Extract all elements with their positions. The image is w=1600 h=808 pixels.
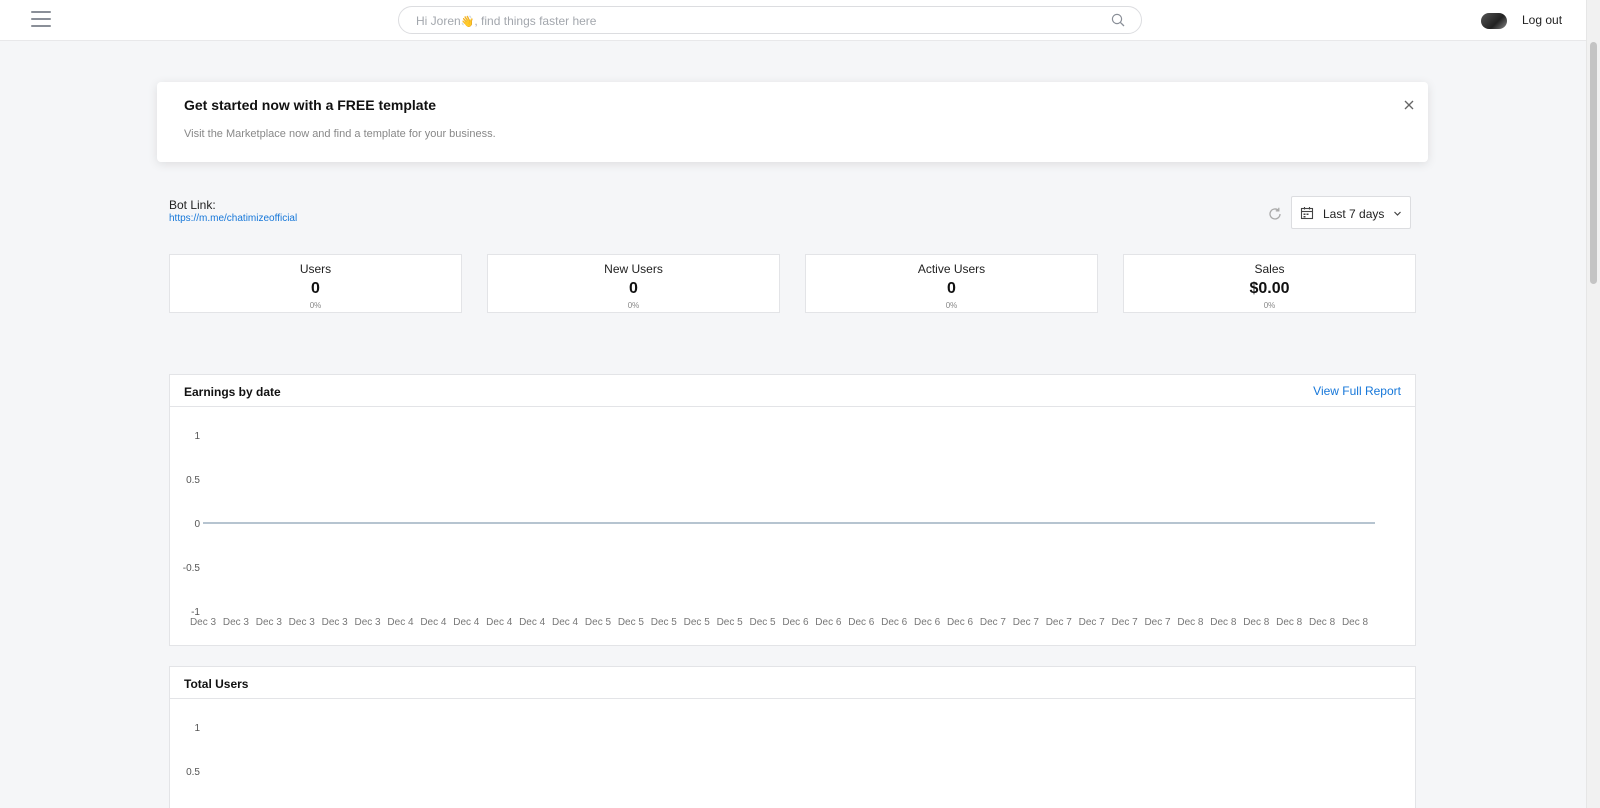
x-tick-label: Dec 7 [1013, 617, 1040, 628]
stat-value: 0 [311, 280, 320, 297]
stat-label: Users [299, 262, 332, 276]
x-tick-label: Dec 6 [881, 617, 908, 628]
x-tick-label: Dec 3 [322, 617, 349, 628]
y-tick-label: 1 [194, 431, 200, 442]
x-tick-label: Dec 8 [1276, 617, 1303, 628]
total-users-panel: Total Users 1 0.5 [169, 666, 1416, 808]
template-banner: Get started now with a FREE template Vis… [157, 82, 1428, 162]
stat-card-sales: Sales $0.00 0% [1123, 254, 1416, 313]
panel-title: Total Users [184, 677, 249, 691]
y-tick-label: 0.5 [186, 767, 200, 778]
stat-change: 0% [1263, 301, 1276, 310]
x-tick-label: Dec 3 [256, 617, 283, 628]
stat-card-new-users: New Users 0 0% [487, 254, 780, 313]
x-tick-label: Dec 6 [782, 617, 809, 628]
stat-card-active-users: Active Users 0 0% [805, 254, 1098, 313]
x-tick-label: Dec 5 [585, 617, 612, 628]
x-tick-label: Dec 5 [651, 617, 678, 628]
refresh-icon[interactable] [1267, 206, 1283, 222]
stat-change: 0% [309, 301, 322, 310]
scrollbar[interactable] [1586, 0, 1600, 808]
calendar-icon [1300, 207, 1314, 220]
bot-link-url[interactable]: https://m.me/chatimizeofficial [169, 213, 297, 224]
x-tick-label: Dec 5 [717, 617, 744, 628]
stat-change: 0% [627, 301, 640, 310]
x-tick-label: Dec 8 [1243, 617, 1270, 628]
x-tick-label: Dec 8 [1177, 617, 1204, 628]
chevron-down-icon [1394, 211, 1401, 216]
x-tick-label: Dec 3 [289, 617, 316, 628]
x-tick-label: Dec 5 [618, 617, 645, 628]
search-input[interactable]: Hi Joren👋, find things faster here [398, 6, 1142, 34]
total-users-chart: 10.5 [186, 723, 200, 778]
banner-text: Visit the Marketplace now and find a tem… [184, 128, 496, 140]
x-tick-label: Dec 3 [223, 617, 250, 628]
x-tick-label: Dec 7 [980, 617, 1007, 628]
panel-title: Earnings by date [184, 385, 281, 399]
x-tick-label: Dec 5 [684, 617, 711, 628]
wave-icon: 👋 [460, 16, 475, 28]
stat-value: 0 [629, 280, 638, 297]
stat-label: New Users [604, 262, 663, 276]
menu-icon[interactable] [31, 11, 51, 29]
y-tick-label: -0.5 [183, 563, 201, 574]
banner-title: Get started now with a FREE template [184, 97, 437, 113]
search-placeholder: Hi Joren👋, find things faster here [416, 14, 597, 28]
x-tick-label: Dec 4 [552, 617, 579, 628]
x-tick-label: Dec 7 [1144, 617, 1171, 628]
date-range-select[interactable]: Last 7 days [1291, 196, 1411, 229]
x-tick-label: Dec 6 [947, 617, 974, 628]
top-bar: Hi Joren👋, find things faster here Log o… [0, 0, 1586, 41]
y-tick-label: 0 [194, 519, 200, 530]
x-tick-label: Dec 8 [1210, 617, 1237, 628]
x-tick-label: Dec 7 [1079, 617, 1106, 628]
x-tick-label: Dec 7 [1046, 617, 1073, 628]
x-tick-label: Dec 8 [1309, 617, 1336, 628]
earnings-panel: Earnings by date View Full Report 1 0.5 0 -… [169, 374, 1416, 646]
date-range-label: Last 7 days [1323, 207, 1385, 221]
x-tick-label: Dec 7 [1112, 617, 1139, 628]
y-tick-label: 1 [194, 723, 200, 734]
x-tick-label: Dec 6 [848, 617, 875, 628]
x-tick-label: Dec 8 [1342, 617, 1369, 628]
x-tick-label: Dec 4 [387, 617, 414, 628]
earnings-chart: 10.50-0.5-1Dec 3 Dec 3 Dec 3 Dec 3 Dec 3 Dec … [183, 431, 1375, 628]
stat-value: $0.00 [1249, 280, 1290, 297]
stat-change: 0% [945, 301, 958, 310]
stat-card-users: Users 0 0% [169, 254, 462, 313]
x-tick-label: Dec 5 [749, 617, 776, 628]
panel-header: Total Users [170, 667, 1415, 699]
x-tick-label: Dec 4 [519, 617, 546, 628]
y-tick-label: 0.5 [186, 475, 200, 486]
view-full-report-link[interactable]: View Full Report [1313, 384, 1401, 398]
x-tick-label: Dec 3 [190, 617, 217, 628]
x-tick-label: Dec 3 [355, 617, 382, 628]
search-icon[interactable] [1111, 13, 1125, 27]
scrollbar-thumb[interactable] [1590, 42, 1597, 284]
x-tick-label: Dec 4 [486, 617, 513, 628]
bot-link-label: Bot Link: [169, 198, 216, 212]
close-icon[interactable] [1402, 98, 1416, 112]
x-tick-label: Dec 4 [453, 617, 480, 628]
stat-label: Sales [1254, 262, 1285, 276]
stat-label: Active Users [917, 262, 986, 276]
x-tick-label: Dec 6 [914, 617, 941, 628]
x-tick-label: Dec 4 [420, 617, 447, 628]
panel-header: Earnings by date View Full Report [170, 375, 1415, 407]
stat-value: 0 [947, 280, 956, 297]
x-tick-label: Dec 6 [815, 617, 842, 628]
avatar[interactable] [1481, 13, 1507, 29]
logout-button[interactable]: Log out [1522, 13, 1562, 27]
